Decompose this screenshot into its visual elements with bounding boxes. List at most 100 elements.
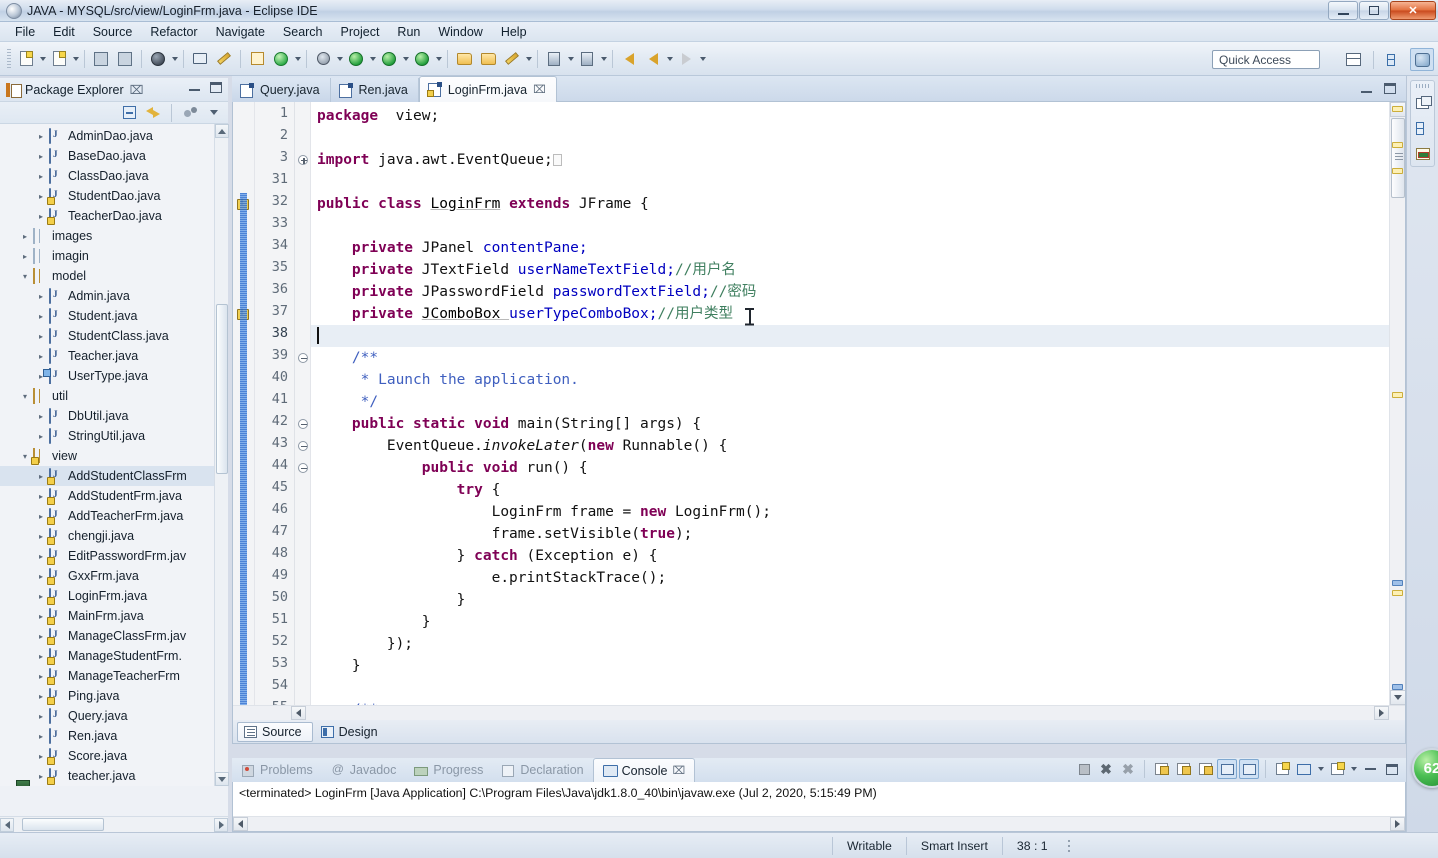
task-list-icon[interactable] — [1413, 144, 1433, 163]
status-more-icon[interactable] — [1062, 837, 1076, 855]
tree-item[interactable]: ManageTeacherFrm — [0, 666, 214, 686]
clear-console-icon[interactable] — [1151, 759, 1171, 779]
code-line[interactable] — [311, 215, 1405, 237]
print-icon[interactable] — [147, 48, 169, 70]
chevron-down-icon[interactable] — [18, 392, 32, 401]
chevron-down-icon[interactable] — [18, 452, 32, 461]
chevron-right-icon[interactable] — [34, 692, 48, 701]
print-dropdown-icon[interactable] — [170, 49, 179, 69]
tree-item[interactable]: view — [0, 446, 214, 466]
java-ee-perspective-icon[interactable] — [1382, 48, 1406, 71]
chevron-right-icon[interactable] — [34, 332, 48, 341]
new-java-project-icon[interactable] — [246, 48, 268, 70]
external-tools-icon[interactable] — [378, 48, 400, 70]
tree-item[interactable]: teacher.java — [0, 766, 214, 786]
chevron-right-icon[interactable] — [18, 252, 32, 261]
tree-item[interactable]: Query.java — [0, 706, 214, 726]
fold-collapse-icon[interactable] — [298, 419, 308, 429]
overview-warning-marker[interactable] — [1392, 142, 1403, 148]
run-icon[interactable] — [345, 48, 367, 70]
focus-on-active-task-icon[interactable] — [182, 104, 199, 121]
collapse-all-icon[interactable] — [121, 104, 138, 121]
new-wizard-dropdown-icon[interactable] — [38, 49, 47, 69]
code-line[interactable]: }); — [311, 633, 1405, 655]
maximize-icon[interactable] — [210, 82, 222, 93]
tab-source[interactable]: Source — [237, 721, 313, 742]
tree-vertical-scrollbar[interactable] — [214, 124, 229, 786]
scroll-thumb[interactable] — [1391, 118, 1405, 198]
code-line[interactable]: public class LoginFrm extends JFrame { — [311, 193, 1405, 215]
tree-item[interactable]: Admin.java — [0, 286, 214, 306]
maximize-icon[interactable] — [1384, 83, 1396, 94]
scroll-lock-icon[interactable] — [1173, 759, 1193, 779]
chevron-right-icon[interactable] — [34, 752, 48, 761]
code-line[interactable]: public static void main(String[] args) { — [311, 413, 1405, 435]
tree-item[interactable]: StudentClass.java — [0, 326, 214, 346]
tree-item[interactable]: util — [0, 386, 214, 406]
previous-annotation-dropdown-icon[interactable] — [599, 49, 608, 69]
tab-javadoc[interactable]: Javadoc — [322, 760, 406, 780]
tab-progress[interactable]: Progress — [405, 760, 492, 780]
menu-help[interactable]: Help — [492, 23, 536, 41]
tree-item[interactable]: Ren.java — [0, 726, 214, 746]
chevron-right-icon[interactable] — [34, 512, 48, 521]
tree-item[interactable]: Ping.java — [0, 686, 214, 706]
overview-warning-marker[interactable] — [1392, 392, 1403, 398]
view-menu-icon[interactable] — [205, 104, 222, 121]
tree-item[interactable]: TeacherDao.java — [0, 206, 214, 226]
maximize-icon[interactable] — [1382, 759, 1402, 779]
menu-navigate[interactable]: Navigate — [207, 23, 274, 41]
menu-refactor[interactable]: Refactor — [141, 23, 206, 41]
chevron-down-icon[interactable] — [18, 272, 32, 281]
back-dropdown-icon[interactable] — [665, 49, 674, 69]
scroll-left-icon[interactable] — [0, 817, 14, 832]
restore-icon[interactable] — [1413, 94, 1433, 113]
menu-source[interactable]: Source — [84, 23, 142, 41]
display-selected-console-icon[interactable] — [1239, 759, 1259, 779]
tree-item[interactable]: AdminDao.java — [0, 126, 214, 146]
menu-search[interactable]: Search — [274, 23, 332, 41]
overview-warning-marker[interactable] — [1392, 106, 1403, 112]
debug-icon[interactable] — [312, 48, 334, 70]
tab-problems[interactable]: Problems — [232, 760, 322, 780]
chevron-right-icon[interactable] — [34, 492, 48, 501]
tree-horizontal-scrollbar[interactable] — [0, 816, 228, 832]
scroll-left-icon[interactable] — [233, 817, 248, 831]
link-with-editor-icon[interactable] — [144, 104, 161, 121]
chevron-right-icon[interactable] — [34, 152, 48, 161]
link-icon[interactable] — [213, 48, 235, 70]
code-line[interactable]: } — [311, 611, 1405, 633]
previous-annotation-icon[interactable] — [576, 48, 598, 70]
marker-gutter[interactable] — [233, 102, 255, 720]
chevron-right-icon[interactable] — [34, 472, 48, 481]
chevron-right-icon[interactable] — [34, 712, 48, 721]
close-icon[interactable]: ⌧ — [130, 83, 144, 97]
tab-declaration[interactable]: Declaration — [492, 760, 592, 780]
open-console-icon[interactable] — [1272, 759, 1292, 779]
chevron-right-icon[interactable] — [34, 572, 48, 581]
chevron-right-icon[interactable] — [34, 772, 48, 781]
show-console-on-output-icon[interactable] — [1195, 759, 1215, 779]
chevron-right-icon[interactable] — [34, 732, 48, 741]
tree-item[interactable]: UserType.java — [0, 366, 214, 386]
code-line[interactable]: import java.awt.EventQueue; — [311, 149, 1405, 171]
chevron-right-icon[interactable] — [34, 552, 48, 561]
scroll-down-icon[interactable] — [215, 772, 229, 786]
tree-item[interactable]: Score.java — [0, 746, 214, 766]
scroll-left-icon[interactable] — [291, 706, 306, 720]
menu-window[interactable]: Window — [429, 23, 491, 41]
open-perspective-icon[interactable] — [1341, 48, 1365, 71]
code-line[interactable]: private JComboBox userTypeComboBox;//用户类… — [311, 303, 1405, 325]
next-edit-icon[interactable] — [675, 48, 697, 70]
tree-item[interactable]: Teacher.java — [0, 346, 214, 366]
package-explorer-tree[interactable]: AdminDao.java BaseDao.java ClassDao.java St… — [0, 124, 214, 786]
tree-item[interactable]: AddTeacherFrm.java — [0, 506, 214, 526]
chevron-right-icon[interactable] — [34, 312, 48, 321]
close-icon[interactable]: ⌧ — [533, 83, 546, 96]
save-icon[interactable] — [90, 48, 112, 70]
code-line[interactable] — [311, 677, 1405, 699]
save-all-icon[interactable] — [114, 48, 136, 70]
tree-item[interactable]: AddStudentClassFrm — [0, 466, 214, 486]
scroll-thumb[interactable] — [216, 304, 228, 474]
code-line[interactable]: * Launch the application. — [311, 369, 1405, 391]
